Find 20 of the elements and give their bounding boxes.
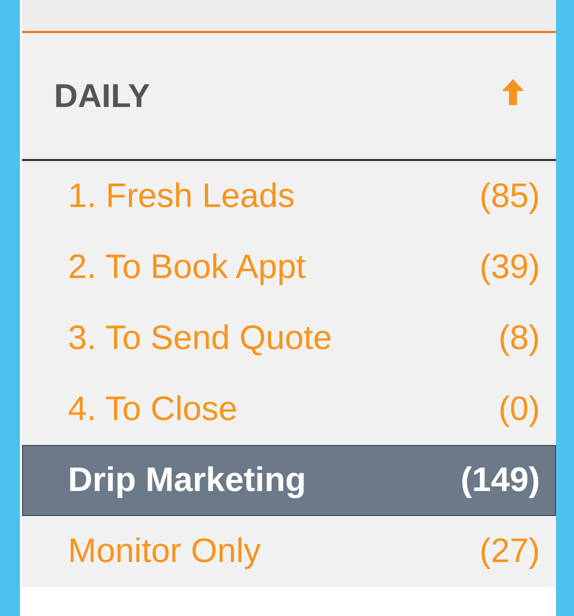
list-item[interactable]: Monitor Only (27) [22, 516, 556, 587]
item-label: 4. To Close [68, 390, 238, 429]
item-count: (85) [480, 177, 540, 216]
item-label: 1. Fresh Leads [68, 177, 295, 216]
item-count: (0) [498, 390, 540, 429]
item-label: Monitor Only [68, 532, 261, 571]
up-arrow-icon[interactable] [500, 77, 526, 107]
list-item[interactable]: 4. To Close (0) [22, 374, 556, 445]
section-title: DAILY [54, 77, 150, 115]
list-item[interactable]: 2. To Book Appt (39) [22, 232, 556, 303]
item-count: (39) [480, 248, 540, 287]
item-label: Drip Marketing [68, 461, 306, 500]
list-item[interactable]: 1. Fresh Leads (85) [22, 161, 556, 232]
item-label: 2. To Book Appt [68, 248, 306, 287]
list-item[interactable]: Drip Marketing (149) [22, 445, 556, 516]
item-label: 3. To Send Quote [68, 319, 332, 358]
item-count: (8) [498, 319, 540, 358]
item-count: (27) [480, 532, 540, 571]
list-item[interactable]: 3. To Send Quote (8) [22, 303, 556, 374]
item-count: (149) [460, 461, 540, 500]
